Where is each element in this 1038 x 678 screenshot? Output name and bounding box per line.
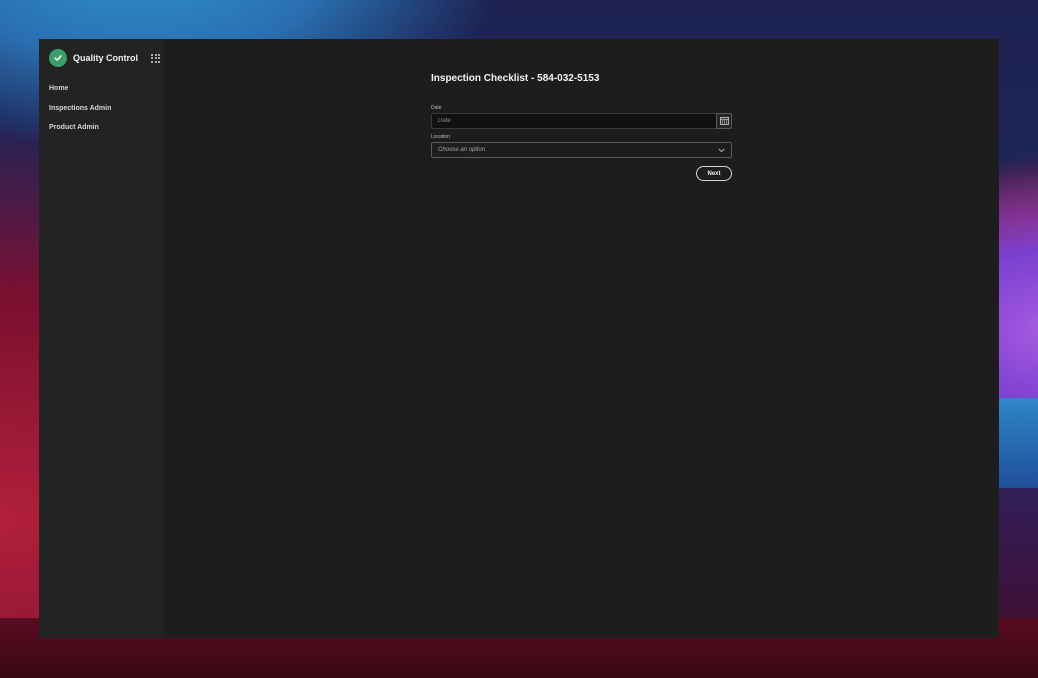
sidebar: Quality Control Home Inspections Admin P…: [39, 39, 164, 638]
app-window: Quality Control Home Inspections Admin P…: [39, 39, 999, 638]
date-input[interactable]: [431, 113, 716, 129]
sidebar-item-product-admin[interactable]: Product Admin: [39, 118, 164, 138]
grid-icon[interactable]: [151, 53, 160, 63]
location-selected-value: Choose an option: [438, 147, 486, 153]
app-title: Quality Control: [73, 53, 138, 63]
sidebar-item-inspections-admin[interactable]: Inspections Admin: [39, 99, 164, 119]
main-content: Inspection Checklist - 584-032-5153 Date: [164, 39, 999, 638]
wallpaper-accent: [998, 398, 1038, 488]
date-label: Date: [431, 105, 442, 111]
location-select[interactable]: Choose an option: [431, 142, 732, 158]
check-circle-icon: [49, 49, 67, 67]
next-button[interactable]: Next: [696, 166, 732, 181]
sidebar-nav: Home Inspections Admin Product Admin: [39, 79, 164, 138]
calendar-icon: [719, 117, 729, 125]
date-field: [431, 113, 732, 129]
sidebar-item-home[interactable]: Home: [39, 79, 164, 99]
inspection-form: Inspection Checklist - 584-032-5153 Date: [431, 72, 732, 181]
page-title: Inspection Checklist - 584-032-5153: [431, 73, 600, 84]
chevron-down-icon: [718, 148, 725, 152]
form-actions: Next: [431, 166, 732, 181]
location-label: Location: [431, 134, 450, 140]
calendar-button[interactable]: [716, 113, 732, 129]
brand: Quality Control: [39, 49, 164, 67]
